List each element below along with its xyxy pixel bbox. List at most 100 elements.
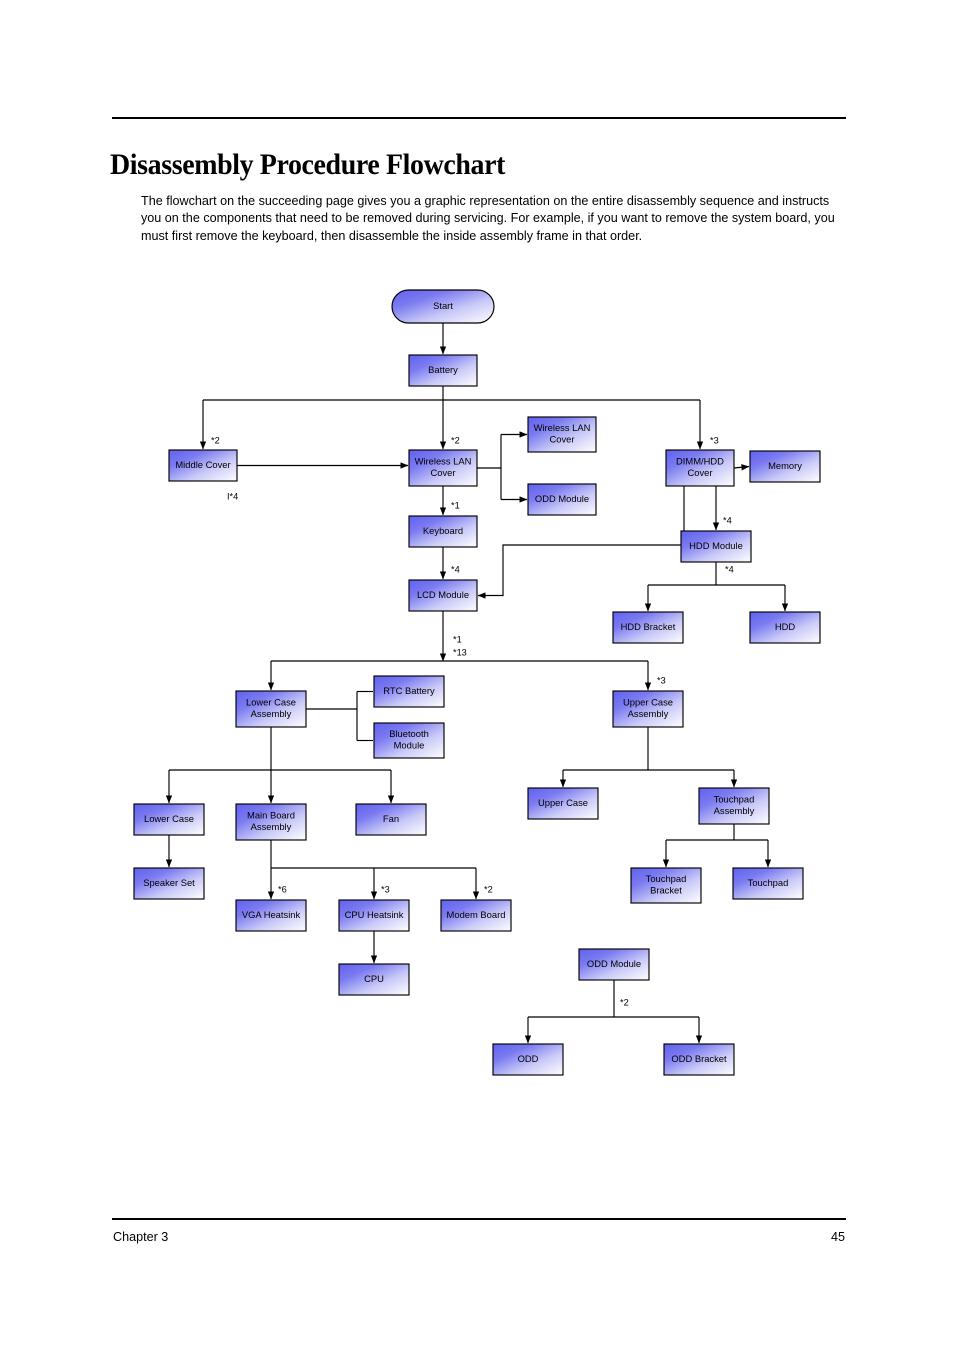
flow-node-oddmodule1: ODD Module xyxy=(527,483,597,516)
node-label: Touchpad xyxy=(714,794,755,805)
node-label: Main Board xyxy=(247,810,295,821)
flow-edge-layer xyxy=(165,323,789,1044)
node-box xyxy=(133,803,205,836)
flow-node-vgaheatsink: VGA Heatsink xyxy=(235,899,307,932)
flow-node-uppercaseasm: Upper CaseAssembly xyxy=(612,690,684,728)
node-box xyxy=(391,289,495,324)
flow-node-hddbracket: HDD Bracket xyxy=(612,611,684,644)
node-box xyxy=(732,867,804,900)
node-box xyxy=(749,611,821,644)
node-label: CPU xyxy=(364,973,384,984)
node-box xyxy=(338,963,410,996)
flow-node-wlancover2: Wireless LANCover xyxy=(527,416,597,453)
node-box xyxy=(630,867,702,904)
node-box xyxy=(440,899,512,932)
node-box xyxy=(373,722,445,759)
flow-node-start: Start xyxy=(391,289,495,324)
node-box xyxy=(698,787,770,825)
node-label: Cover xyxy=(430,467,455,478)
node-box xyxy=(665,449,735,487)
node-label: ODD xyxy=(518,1053,539,1064)
node-label: HDD Bracket xyxy=(621,621,676,632)
header-rule xyxy=(112,117,846,119)
flow-node-cpuheatsink: CPU Heatsink xyxy=(338,899,410,932)
flow-node-keyboard: Keyboard xyxy=(408,515,478,548)
flow-node-touchpad: Touchpad xyxy=(732,867,804,900)
flow-node-mainboardasm: Main BoardAssembly xyxy=(235,803,307,841)
node-label: Speaker Set xyxy=(143,877,195,888)
footer-rule xyxy=(112,1218,846,1220)
flow-node-dimmcover: DIMM/HDDCover xyxy=(665,449,735,487)
node-label: Middle Cover xyxy=(175,459,230,470)
flow-node-rtcbattery: RTC Battery xyxy=(373,675,445,708)
screw-count-label: *2 xyxy=(620,997,629,1007)
node-label: Bracket xyxy=(650,885,682,896)
node-label: Touchpad xyxy=(646,873,687,884)
node-label: Upper Case xyxy=(538,797,588,808)
node-label: ODD Module xyxy=(587,958,641,969)
node-box xyxy=(235,803,307,841)
node-label: Assembly xyxy=(628,708,669,719)
node-label: HDD Module xyxy=(689,540,743,551)
node-label: Lower Case xyxy=(246,697,296,708)
flow-node-oddmodule2: ODD Module xyxy=(578,948,650,981)
node-box xyxy=(527,787,599,820)
node-label: HDD xyxy=(775,621,796,632)
flow-node-hddmodule: HDD Module xyxy=(680,530,752,563)
flow-node-lowercase: Lower Case xyxy=(133,803,205,836)
flow-node-oddbracket: ODD Bracket xyxy=(663,1043,735,1076)
node-label: Start xyxy=(433,300,453,311)
screw-count-label: *3 xyxy=(381,884,390,894)
flow-node-uppercase: Upper Case xyxy=(527,787,599,820)
node-label: Assembly xyxy=(251,821,292,832)
node-label: DIMM/HDD xyxy=(676,456,724,467)
flow-annotation-layer: *2 I*4 *2 *3 *1 *4 *4 *4 *1 *13 *3 *6 *3 *2 *2 xyxy=(211,435,734,1007)
node-box xyxy=(235,690,307,728)
screw-count-label: *1 xyxy=(453,634,462,644)
flow-connector xyxy=(733,464,750,471)
node-label: Module xyxy=(394,740,425,751)
node-box xyxy=(235,899,307,932)
flow-node-speakerset: Speaker Set xyxy=(133,867,205,900)
node-label: Touchpad xyxy=(748,877,789,888)
flow-node-touchpadbr: TouchpadBracket xyxy=(630,867,702,904)
node-box xyxy=(408,579,478,612)
screw-count-label: *4 xyxy=(451,564,460,574)
screw-count-label: *3 xyxy=(657,675,666,685)
screw-count-label: I*4 xyxy=(227,491,238,501)
screw-count-label: *13 xyxy=(453,647,467,657)
node-label: CPU Heatsink xyxy=(345,909,404,920)
node-box xyxy=(663,1043,735,1076)
node-label: Cover xyxy=(549,434,574,445)
flow-node-lcdmodule: LCD Module xyxy=(408,579,478,612)
node-label: Upper Case xyxy=(623,697,673,708)
node-box xyxy=(492,1043,564,1076)
node-label: Battery xyxy=(428,364,458,375)
node-box xyxy=(338,899,410,932)
node-box xyxy=(612,611,684,644)
intro-paragraph: The flowchart on the succeeding page giv… xyxy=(141,193,835,243)
screw-count-label: *6 xyxy=(278,884,287,894)
node-label: Keyboard xyxy=(423,525,463,536)
flow-node-layer: StartBatteryMiddle Cover Wireless LANCove… xyxy=(133,289,821,1076)
node-label: Fan xyxy=(383,813,399,824)
node-box xyxy=(527,416,597,453)
node-box xyxy=(168,449,238,482)
node-label: Wireless LAN xyxy=(415,456,472,467)
node-label: Assembly xyxy=(714,805,755,816)
node-label: Cover xyxy=(687,467,712,478)
node-label: ODD Bracket xyxy=(671,1053,727,1064)
node-box xyxy=(355,803,427,836)
screw-count-label: *2 xyxy=(211,435,220,445)
footer-page-number: 45 xyxy=(830,1230,845,1244)
flow-node-fan: Fan xyxy=(355,803,427,836)
node-box xyxy=(408,354,478,387)
screw-count-label: *3 xyxy=(710,435,719,445)
document-page: Disassembly Procedure Flowchart The flow… xyxy=(0,0,954,1351)
node-box xyxy=(578,948,650,981)
node-label: LCD Module xyxy=(417,589,469,600)
node-box xyxy=(612,690,684,728)
flow-node-cpu: CPU xyxy=(338,963,410,996)
node-label: Lower Case xyxy=(144,813,194,824)
node-box xyxy=(133,867,205,900)
